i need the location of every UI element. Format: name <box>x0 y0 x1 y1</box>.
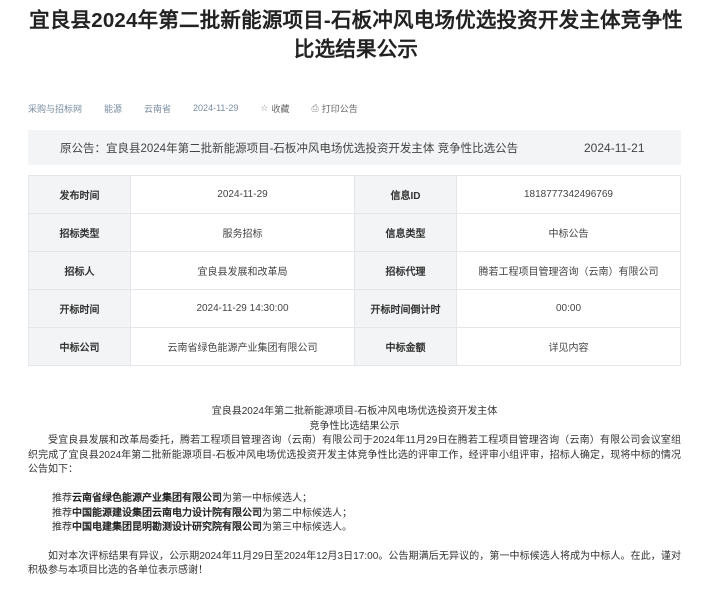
favorite-label: 收藏 <box>271 103 290 114</box>
info-value: 00:00 <box>456 289 681 328</box>
candidate-suffix: 为第二中标候选人； <box>262 507 352 519</box>
original-notice-prefix: 原公告： <box>60 142 106 155</box>
info-key: 开标时间 <box>28 289 131 328</box>
breadcrumb-region[interactable]: 云南省 <box>144 102 171 115</box>
candidate-name: 中国电建集团昆明勘测设计研究院有限公司 <box>72 522 262 534</box>
print-icon: ⎙ <box>311 102 319 113</box>
original-notice-link[interactable]: 宜良县2024年第二批新能源项目-石板冲风电场优选投资开发主体 竞争性比选公告 <box>106 140 518 156</box>
candidate-suffix: 为第三中标候选人。 <box>262 522 352 534</box>
original-notice-date: 2024-11-21 <box>584 140 645 155</box>
favorite-button[interactable]: ☆ 收藏 <box>260 102 289 115</box>
info-key: 信息ID <box>354 175 457 214</box>
info-key: 信息类型 <box>354 213 457 252</box>
body-paragraph: 受宜良县发展和改革局委托，腾若工程项目管理咨询（云南）有限公司于2024年11月… <box>28 435 681 476</box>
print-label: 打印公告 <box>321 103 358 114</box>
table-row: 开标时间 2024-11-29 14:30:00 开标时间倒计时 00:00 <box>28 289 681 328</box>
candidate-name: 云南省绿色能源产业集团有限公司 <box>72 492 222 504</box>
meta-bar: 采购与招标网 能源 云南省 2024-11-29 ☆ 收藏 ⎙ 打印公告 <box>28 101 380 115</box>
info-value: 宜良县发展和改革局 <box>130 251 355 290</box>
candidate-prefix: 推荐 <box>52 522 72 534</box>
table-row: 发布时间 2024-11-29 信息ID 1818777342496769 <box>28 175 681 214</box>
page-title-line2: 比选结果公示 <box>293 38 419 61</box>
body-heading-line2: 竞争性比选结果公示 <box>309 420 400 432</box>
candidate-line: 推荐中国能源建设集团云南电力设计院有限公司为第二中标候选人； <box>28 507 681 522</box>
star-icon: ☆ <box>260 102 269 113</box>
info-key: 中标公司 <box>28 327 131 366</box>
info-value: 云南省绿色能源产业集团有限公司 <box>130 327 355 366</box>
info-table: 发布时间 2024-11-29 信息ID 1818777342496769 招标… <box>28 175 681 366</box>
page-title-line1: 宜良县2024年第二批新能源项目-石板冲风电场优选投资开发主体竞争性 <box>29 9 683 32</box>
publish-date: 2024-11-29 <box>193 103 239 113</box>
info-key: 开标时间倒计时 <box>354 289 457 328</box>
candidate-prefix: 推荐 <box>52 492 72 504</box>
page-title: 宜良县2024年第二批新能源项目-石板冲风电场优选投资开发主体竞争性 比选结果公… <box>0 6 712 64</box>
info-value: 1818777342496769 <box>456 175 681 214</box>
original-notice-bar: 原公告： 宜良县2024年第二批新能源项目-石板冲风电场优选投资开发主体 竞争性… <box>28 130 681 165</box>
info-value: 服务招标 <box>130 213 355 252</box>
print-button[interactable]: ⎙ 打印公告 <box>312 102 358 115</box>
table-row: 中标公司 云南省绿色能源产业集团有限公司 中标金额 详见内容 <box>28 327 681 366</box>
breadcrumb-industry[interactable]: 能源 <box>104 102 122 115</box>
table-row: 招标人 宜良县发展和改革局 招标代理 腾若工程项目管理咨询（云南）有限公司 <box>28 251 681 290</box>
info-key: 招标类型 <box>28 213 131 252</box>
closing-paragraph: 如对本次评标结果有异议，公示期2024年11月29日至2024年12月3日17:… <box>28 550 681 577</box>
info-key: 招标代理 <box>354 251 457 290</box>
body-heading-line1: 宜良县2024年第二批新能源项目-石板冲风电场优选投资开发主体 <box>211 406 498 417</box>
candidate-prefix: 推荐 <box>52 507 72 519</box>
candidate-line: 推荐中国电建集团昆明勘测设计研究院有限公司为第三中标候选人。 <box>28 521 681 536</box>
candidate-name: 中国能源建设集团云南电力设计院有限公司 <box>72 507 262 519</box>
info-value: 详见内容 <box>456 327 681 366</box>
info-key: 招标人 <box>28 251 131 290</box>
info-value: 腾若工程项目管理咨询（云南）有限公司 <box>456 251 681 290</box>
candidate-line: 推荐云南省绿色能源产业集团有限公司为第一中标候选人； <box>28 492 681 507</box>
info-value: 2024-11-29 <box>130 175 355 214</box>
candidate-suffix: 为第一中标候选人； <box>222 492 312 504</box>
info-key: 发布时间 <box>28 175 131 214</box>
info-value: 中标公告 <box>456 213 681 252</box>
info-key: 中标金额 <box>354 327 457 366</box>
table-row: 招标类型 服务招标 信息类型 中标公告 <box>28 213 681 252</box>
breadcrumb-category[interactable]: 采购与招标网 <box>28 102 82 115</box>
info-value: 2024-11-29 14:30:00 <box>130 289 355 328</box>
announcement-body: 宜良县2024年第二批新能源项目-石板冲风电场优选投资开发主体 竞争性比选结果公… <box>28 405 681 579</box>
